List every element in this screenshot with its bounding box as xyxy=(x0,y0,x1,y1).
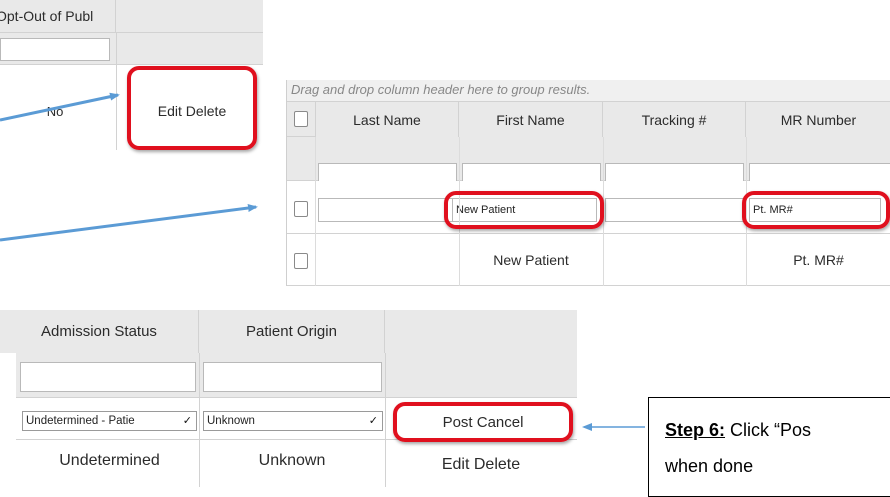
column-header-first-name[interactable]: First Name xyxy=(459,102,603,137)
grid-left-edge xyxy=(0,353,16,487)
group-hint-text: Drag and drop column header here to grou… xyxy=(291,82,591,97)
admission-grid: Admission Status Patient Origin Undeterm… xyxy=(0,310,577,487)
column-header-admission-status[interactable]: Admission Status xyxy=(0,310,199,353)
edit-last-name-input[interactable] xyxy=(318,198,457,222)
group-drop-area[interactable]: Drag and drop column header here to grou… xyxy=(287,80,890,102)
edit-row-checkbox[interactable] xyxy=(294,201,308,217)
column-header-opt-out[interactable]: Opt-Out of Publ xyxy=(0,0,116,33)
column-header-patient-origin[interactable]: Patient Origin xyxy=(199,310,385,353)
data-actions[interactable]: Edit Delete xyxy=(395,448,567,482)
column-header-actions xyxy=(385,310,577,353)
step-callout: Step 6: Click “Pos when done xyxy=(648,397,890,497)
col-divider xyxy=(746,137,747,286)
column-header-mr-number[interactable]: MR Number xyxy=(746,102,890,137)
arrow-to-patient-row xyxy=(0,204,258,242)
data-first-name: New Patient xyxy=(493,252,569,268)
callout-line-1: Step 6: Click “Pos xyxy=(665,420,811,441)
column-header-actions xyxy=(116,0,263,33)
row-divider xyxy=(116,65,117,150)
filter-admission-status-input[interactable] xyxy=(20,362,196,392)
data-mr-number: Pt. MR# xyxy=(793,252,844,268)
data-admission-status: Undetermined xyxy=(59,452,160,469)
col-divider xyxy=(315,137,316,286)
filter-patient-origin-input[interactable] xyxy=(203,362,382,392)
edit-tracking-input[interactable] xyxy=(605,198,744,222)
callout-line-2: when done xyxy=(665,456,754,476)
filter-divider xyxy=(116,33,117,65)
column-header-last-name[interactable]: Last Name xyxy=(315,102,459,137)
top-grid: Opt-Out of Publ No Edit Delete xyxy=(0,0,263,150)
post-cancel-links[interactable]: Post Cancel xyxy=(400,409,566,435)
edit-mr-number-input[interactable]: Pt. MR# xyxy=(749,198,881,222)
chevron-down-icon: ✓ xyxy=(182,415,192,427)
filter-opt-out-input[interactable] xyxy=(0,38,110,61)
col-divider xyxy=(385,353,386,487)
edit-delete-links[interactable]: Edit Delete xyxy=(131,91,253,131)
col-divider xyxy=(199,353,200,487)
edit-first-name-input[interactable]: New Patient xyxy=(452,198,597,222)
callout-step-text: Click “Pos xyxy=(725,420,812,440)
patient-grid: Drag and drop column header here to grou… xyxy=(286,80,890,286)
data-row-checkbox[interactable] xyxy=(294,253,308,269)
opt-out-value: No xyxy=(46,103,64,119)
admission-status-select[interactable]: Undetermined - Patie ✓ xyxy=(22,411,197,431)
callout-step-label: Step 6: xyxy=(665,420,726,440)
col-divider xyxy=(603,137,604,286)
data-patient-origin: Unknown xyxy=(258,452,326,469)
patient-origin-select[interactable]: Unknown ✓ xyxy=(203,411,383,431)
select-all-checkbox[interactable] xyxy=(294,111,308,127)
column-header-tracking[interactable]: Tracking # xyxy=(603,102,746,137)
col-divider xyxy=(459,137,460,286)
chevron-down-icon: ✓ xyxy=(368,415,378,427)
